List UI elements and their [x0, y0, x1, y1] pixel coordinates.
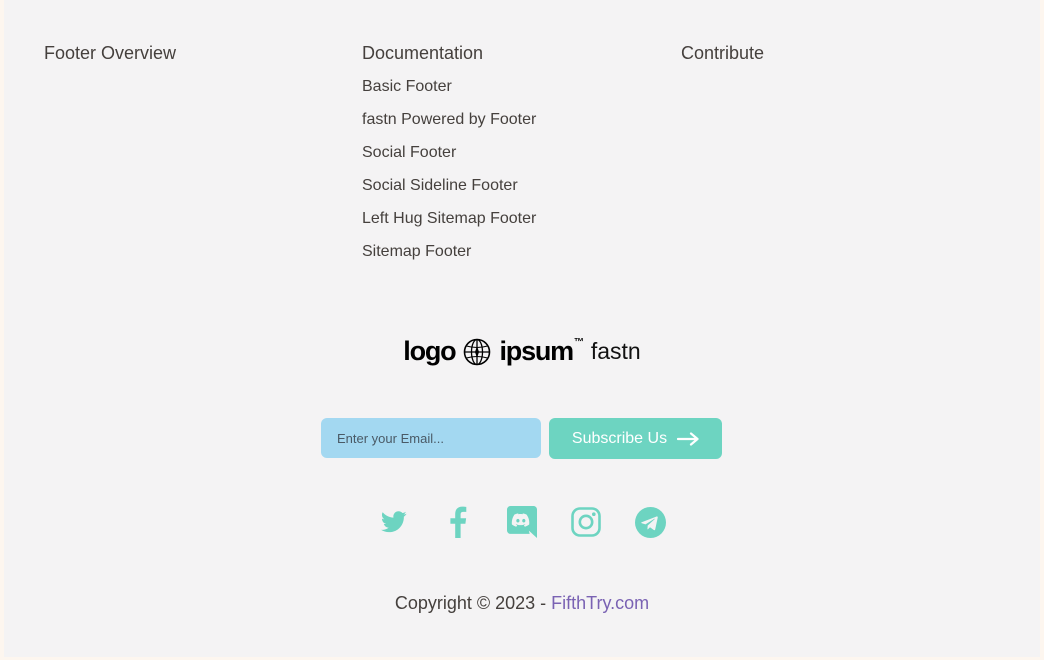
copyright: Copyright © 2023 - FifthTry.com: [4, 592, 1040, 614]
footer-overview-link[interactable]: Footer Overview: [44, 43, 176, 63]
subscribe-button[interactable]: Subscribe Us: [549, 418, 722, 459]
trademark-symbol: ™: [574, 337, 584, 348]
discord-icon: [507, 506, 537, 538]
ipsum-word: ipsum: [499, 336, 574, 366]
logo-ipsum-mark: logo ipsum ™: [403, 336, 584, 367]
fastn-powered-footer-link[interactable]: fastn Powered by Footer: [362, 109, 536, 131]
footer-column-contribute: Contribute: [681, 42, 764, 64]
globe-icon: [464, 338, 491, 365]
social-footer-link[interactable]: Social Footer: [362, 142, 536, 164]
footer: Footer Overview Documentation Basic Foot…: [4, 0, 1040, 657]
footer-column-overview: Footer Overview: [44, 42, 176, 64]
brand-logo[interactable]: logo ipsum ™ fastn: [4, 336, 1040, 367]
fastn-brand-text: fastn: [590, 338, 641, 364]
instagram-icon: [571, 507, 601, 537]
subscribe-form: Subscribe Us: [321, 418, 722, 459]
copyright-text: Copyright © 2023 -: [394, 593, 552, 613]
discord-link[interactable]: [506, 506, 538, 538]
arrow-right-icon: [677, 431, 699, 446]
social-sideline-footer-link[interactable]: Social Sideline Footer: [362, 175, 536, 197]
fifthtry-link[interactable]: FifthTry.com: [551, 593, 649, 613]
subscribe-button-label: Subscribe Us: [571, 429, 668, 447]
facebook-link[interactable]: [442, 506, 474, 538]
telegram-icon: [634, 506, 666, 538]
telegram-link[interactable]: [634, 506, 666, 538]
documentation-link[interactable]: Documentation: [362, 43, 483, 63]
documentation-links: Basic Footer fastn Powered by Footer Soc…: [362, 76, 536, 263]
email-input[interactable]: [321, 418, 541, 458]
instagram-link[interactable]: [570, 506, 602, 538]
twitter-link[interactable]: [378, 506, 410, 538]
facebook-icon: [450, 506, 467, 538]
footer-column-documentation: Documentation Basic Footer fastn Powered…: [362, 42, 536, 274]
contribute-link[interactable]: Contribute: [681, 43, 764, 63]
logo-word: logo: [403, 336, 456, 366]
sitemap-footer-link[interactable]: Sitemap Footer: [362, 241, 536, 263]
basic-footer-link[interactable]: Basic Footer: [362, 76, 536, 98]
left-hug-sitemap-footer-link[interactable]: Left Hug Sitemap Footer: [362, 208, 536, 230]
twitter-icon: [381, 511, 407, 533]
social-links: [378, 506, 666, 538]
